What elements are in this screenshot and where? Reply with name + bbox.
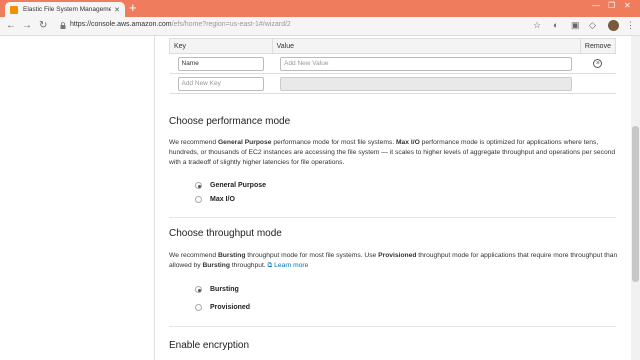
desc-text: performance mode for most file systems.	[271, 139, 396, 146]
desc-text: throughput.	[229, 262, 268, 269]
tag-key-input[interactable]: Name	[177, 56, 265, 71]
bookmark-star-icon[interactable]: ☆	[533, 20, 541, 31]
browser-toolbar: ← → ↻ https://console.aws.amazon.com/efs…	[0, 17, 640, 36]
radio-label: General Purpose	[210, 182, 267, 189]
performance-mode-title: Choose performance mode	[169, 116, 291, 127]
value-header: Value	[271, 38, 581, 54]
radio-selected-icon[interactable]	[195, 286, 202, 293]
desc-text: We recommend	[169, 139, 218, 146]
new-key-input[interactable]: Add New Key	[177, 76, 265, 91]
aws-favicon-icon	[10, 5, 18, 14]
table-row: Name Add New Value ×	[169, 53, 616, 74]
left-pane	[0, 36, 155, 360]
back-icon[interactable]: ←	[6, 20, 16, 32]
desc-bold: Provisioned	[378, 252, 417, 259]
reload-icon[interactable]: ↻	[39, 20, 47, 32]
radio-label: Provisioned	[210, 304, 251, 311]
browser-tab[interactable]: Elastic File System Management ✕	[5, 2, 125, 17]
close-tab-icon[interactable]: ✕	[114, 6, 120, 14]
learn-more-link[interactable]: ⧉ Learn more	[268, 262, 309, 269]
radio-selected-icon[interactable]	[195, 182, 202, 189]
tag-value-input[interactable]: Add New Value	[280, 56, 573, 71]
profile-avatar[interactable]	[608, 20, 619, 31]
new-value-input-disabled	[280, 76, 573, 91]
forward-icon[interactable]: →	[22, 20, 32, 32]
tab-title: Elastic File System Management	[23, 6, 112, 13]
remove-tag-icon[interactable]: ×	[593, 59, 603, 68]
key-header: Key	[169, 38, 273, 54]
browser-tab-strip: Elastic File System Management ✕ + — ❐ ✕	[0, 0, 640, 17]
desc-bold: Max I/O	[395, 139, 420, 146]
new-tab-button[interactable]: +	[129, 1, 137, 15]
remove-header: Remove	[579, 38, 617, 54]
extension-icon[interactable]: ◐	[553, 20, 558, 30]
section-divider	[169, 326, 616, 327]
radio-bursting[interactable]: Bursting	[195, 286, 239, 293]
throughput-mode-description: We recommend Bursting throughput mode fo…	[169, 251, 621, 271]
close-window-icon[interactable]: ✕	[624, 1, 631, 10]
tags-table: Key Value Remove Name Add New Value × Ad…	[169, 38, 617, 94]
learn-more-label: Learn more	[274, 262, 309, 269]
extension-icon-3[interactable]: ◇	[589, 20, 596, 31]
desc-text: We recommend	[169, 252, 218, 259]
address-bar[interactable]: https://console.aws.amazon.com/efs/home?…	[70, 21, 291, 28]
lock-icon	[60, 22, 66, 29]
desc-bold: Bursting	[217, 252, 246, 259]
minimize-icon[interactable]: —	[592, 1, 600, 10]
restore-icon[interactable]: ❐	[608, 1, 615, 10]
desc-bold: General Purpose	[217, 139, 272, 146]
url-path: /efs/home?region=us-east-1#/wizard/2	[171, 21, 291, 28]
radio-unselected-icon[interactable]	[195, 304, 202, 311]
extension-icon-2[interactable]: ▣	[571, 20, 580, 31]
external-link-icon: ⧉	[267, 262, 273, 269]
radio-max-io[interactable]: Max I/O	[195, 196, 235, 203]
scrollbar-thumb[interactable]	[632, 126, 639, 282]
desc-bold: Bursting	[202, 262, 230, 269]
radio-provisioned[interactable]: Provisioned	[195, 304, 250, 311]
radio-label: Max I/O	[210, 196, 235, 203]
performance-mode-description: We recommend General Purpose performance…	[169, 138, 621, 168]
radio-general-purpose[interactable]: General Purpose	[195, 182, 266, 189]
url-host: https://console.aws.amazon.com	[70, 21, 172, 28]
section-divider	[169, 217, 616, 218]
table-row: Add New Key	[169, 73, 616, 94]
encryption-title: Enable encryption	[169, 340, 250, 351]
menu-icon[interactable]: ⋮	[626, 20, 635, 31]
desc-text: throughput mode for most file systems. U…	[245, 252, 379, 259]
throughput-mode-title: Choose throughput mode	[169, 228, 282, 239]
radio-unselected-icon[interactable]	[195, 196, 202, 203]
radio-label: Bursting	[210, 286, 239, 293]
